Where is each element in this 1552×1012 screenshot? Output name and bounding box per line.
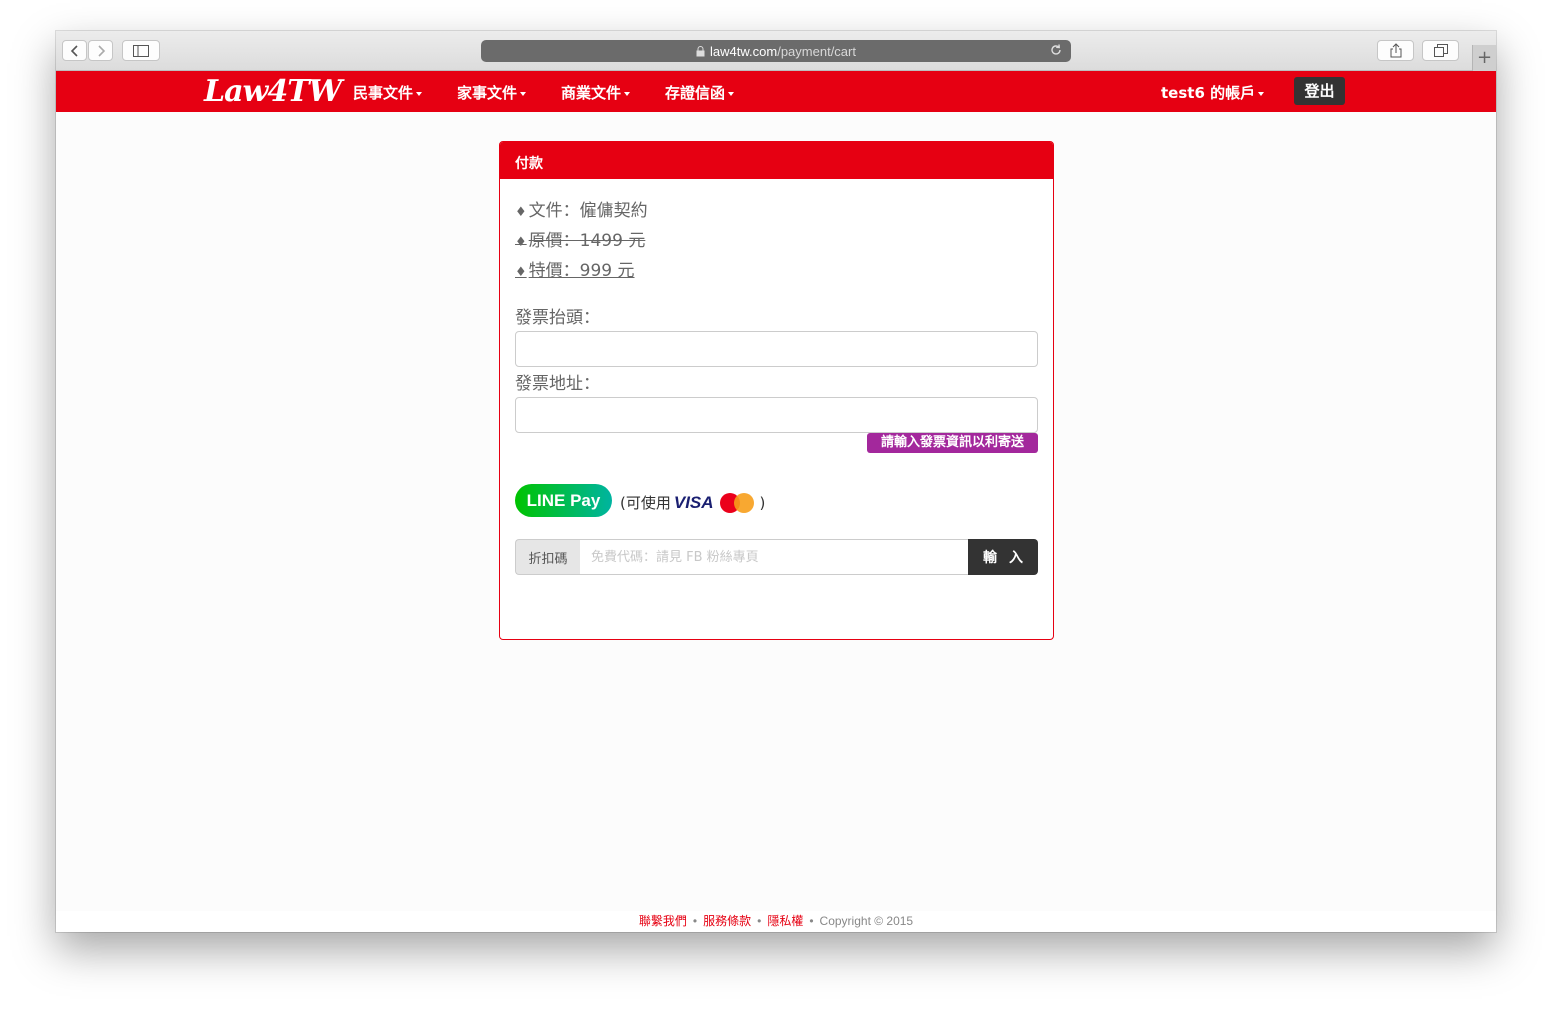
url-path: /payment/cart: [777, 43, 856, 59]
logout-button[interactable]: 登出: [1294, 77, 1345, 105]
diamond-icon: ♦: [515, 235, 527, 250]
coupon-input[interactable]: [580, 539, 968, 575]
footer-privacy-link[interactable]: 隱私權: [767, 914, 803, 928]
back-button[interactable]: [62, 40, 87, 61]
tabs-button[interactable]: [1422, 40, 1459, 61]
nav-label: 商業文件: [561, 84, 622, 102]
original-price-text: 原價：1499 元: [528, 231, 646, 251]
site-logo[interactable]: Law4TW: [204, 74, 342, 109]
caret-down-icon: [1258, 91, 1265, 96]
caret-down-icon: [728, 91, 735, 96]
new-tab-button[interactable]: +: [1472, 45, 1496, 71]
diamond-icon: ♦: [515, 265, 527, 280]
invoice-address-input[interactable]: [515, 397, 1038, 433]
chevron-right-icon: [97, 44, 105, 57]
nav-label: 家事文件: [457, 84, 518, 102]
coupon-label: 折扣碼: [515, 539, 580, 575]
usable-text: (可使用: [620, 494, 671, 512]
document-item: ♦ 文件：僱傭契約: [515, 196, 648, 221]
nav-menu-letters[interactable]: 存證信函: [665, 82, 735, 103]
nav-label: 存證信函: [665, 84, 726, 102]
share-icon: [1390, 43, 1401, 58]
invoice-hint-badge: 請輸入發票資訊以利寄送: [867, 433, 1038, 453]
invoice-address-label: 發票地址：: [515, 374, 600, 394]
chevron-left-icon: [70, 44, 78, 57]
caret-down-icon: [624, 91, 631, 96]
separator: •: [809, 914, 814, 928]
original-price: ♦ 原價：1499 元: [515, 226, 645, 251]
payment-methods-note: (可使用 VISA ): [620, 492, 765, 513]
nav-menu-civil[interactable]: 民事文件: [353, 82, 423, 103]
caret-down-icon: [520, 91, 527, 96]
usable-close: ): [759, 493, 766, 512]
lock-icon: [696, 45, 705, 56]
coupon-submit-button[interactable]: 輸入: [968, 539, 1038, 575]
special-price: ♦ 特價：999 元: [515, 256, 635, 281]
panel-title: 付款: [500, 142, 1053, 179]
nav-menu-family[interactable]: 家事文件: [457, 82, 527, 103]
payment-panel: 付款 ♦ 文件：僱傭契約 ♦ 原價：1499 元 ♦ 特價：999 元 發票抬頭： 發…: [499, 141, 1054, 640]
visa-logo: VISA: [673, 492, 714, 512]
nav-label: 民事文件: [353, 84, 414, 102]
browser-window: law4tw.com/payment/cart + Law4TW 民事文件 家事…: [56, 31, 1496, 932]
separator: •: [692, 914, 698, 928]
account-menu[interactable]: test6 的帳戶: [1161, 82, 1265, 103]
footer-copyright: Copyright © 2015: [819, 914, 914, 928]
account-label: test6 的帳戶: [1161, 84, 1256, 102]
forward-button[interactable]: [88, 40, 113, 61]
share-button[interactable]: [1377, 40, 1414, 61]
linepay-button[interactable]: LINE Pay: [515, 484, 612, 517]
sidebar-button[interactable]: [122, 40, 160, 61]
browser-toolbar: law4tw.com/payment/cart +: [56, 31, 1496, 71]
site-footer: 聯繫我們 • 服務條款 • 隱私權 • Copyright © 2015: [56, 911, 1496, 932]
sidebar-icon: [133, 44, 149, 57]
special-price-text: 特價：999 元: [528, 261, 635, 281]
address-bar[interactable]: law4tw.com/payment/cart: [481, 40, 1071, 62]
caret-down-icon: [416, 91, 423, 96]
site-navbar: Law4TW 民事文件 家事文件 商業文件 存證信函 test6 的帳戶 登出: [56, 71, 1496, 112]
coupon-group: 折扣碼 輸入: [515, 539, 1038, 575]
footer-terms-link[interactable]: 服務條款: [703, 914, 751, 928]
tabs-icon: [1433, 44, 1448, 57]
reload-icon[interactable]: [1049, 43, 1063, 57]
document-text: 文件：僱傭契約: [528, 201, 648, 221]
nav-menu-business[interactable]: 商業文件: [561, 82, 631, 103]
invoice-title-label: 發票抬頭：: [515, 308, 600, 328]
url-host: law4tw.com: [710, 43, 778, 59]
separator: •: [757, 914, 762, 928]
footer-contact-link[interactable]: 聯繫我們: [639, 914, 687, 928]
mastercard-icon: [719, 492, 756, 513]
invoice-title-input[interactable]: [515, 331, 1038, 367]
diamond-icon: ♦: [515, 205, 527, 220]
